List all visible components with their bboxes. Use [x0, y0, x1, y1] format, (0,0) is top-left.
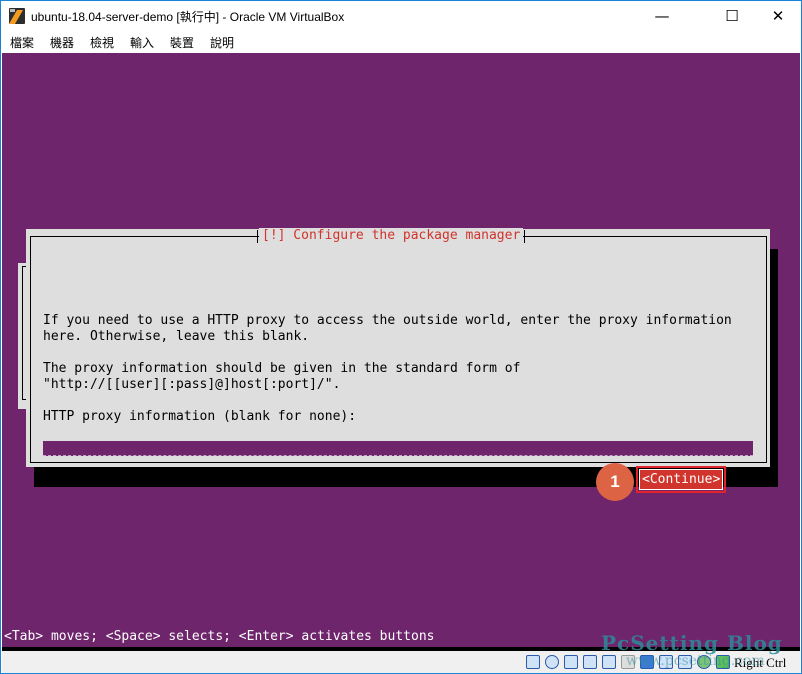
- dialog-text-line: If you need to use a HTTP proxy to acces…: [43, 313, 732, 328]
- audio-icon[interactable]: [564, 655, 578, 669]
- menu-help[interactable]: 說明: [210, 34, 234, 51]
- menu-bar: 檔案 機器 檢視 輸入 裝置 說明: [1, 31, 801, 53]
- menu-machine[interactable]: 機器: [50, 34, 74, 51]
- close-button[interactable]: ✕: [755, 1, 801, 31]
- help-line: <Tab> moves; <Space> selects; <Enter> ac…: [4, 629, 435, 644]
- dialog-text-line: here. Otherwise, leave this blank.: [43, 329, 310, 344]
- go-back-button[interactable]: <Go Back>: [76, 473, 146, 488]
- proxy-dialog: [!] Configure the package manager If you…: [26, 228, 770, 501]
- menu-devices[interactable]: 裝置: [170, 34, 194, 51]
- menu-view[interactable]: 檢視: [90, 34, 114, 51]
- dialog-text-line: The proxy information should be given in…: [43, 361, 521, 376]
- virtualbox-window: ubuntu-18.04-server-demo [執行中] - Oracle …: [0, 0, 802, 674]
- menu-file[interactable]: 檔案: [10, 34, 34, 51]
- virtualbox-icon: [9, 8, 25, 24]
- dialog-title: [!] Configure the package manager: [256, 228, 526, 243]
- network-icon[interactable]: [583, 655, 597, 669]
- proxy-field-label: HTTP proxy information (blank for none):: [43, 409, 357, 424]
- usb-icon[interactable]: [602, 655, 616, 669]
- window-title: ubuntu-18.04-server-demo [執行中] - Oracle …: [31, 10, 345, 24]
- proxy-input[interactable]: [43, 441, 753, 456]
- vm-screen[interactable]: [!] Configure the package manager If you…: [2, 53, 800, 651]
- watermark-title: PcSetting Blog: [601, 631, 783, 655]
- title-bar: ubuntu-18.04-server-demo [執行中] - Oracle …: [1, 1, 801, 31]
- optical-drive-icon[interactable]: [545, 655, 559, 669]
- annotation-marker: 1: [596, 463, 634, 501]
- dialog-border: [!] Configure the package manager: [30, 228, 767, 463]
- continue-button[interactable]: <Continue>: [635, 466, 727, 493]
- maximize-button[interactable]: ☐: [709, 1, 755, 31]
- minimize-button[interactable]: —: [639, 1, 685, 31]
- dialog-text-line: "http://[[user][:pass]@]host[:port]/".: [43, 377, 341, 392]
- hard-disk-icon[interactable]: [526, 655, 540, 669]
- menu-input[interactable]: 輸入: [130, 34, 154, 51]
- watermark-url: www.pcsetting.com: [626, 653, 765, 669]
